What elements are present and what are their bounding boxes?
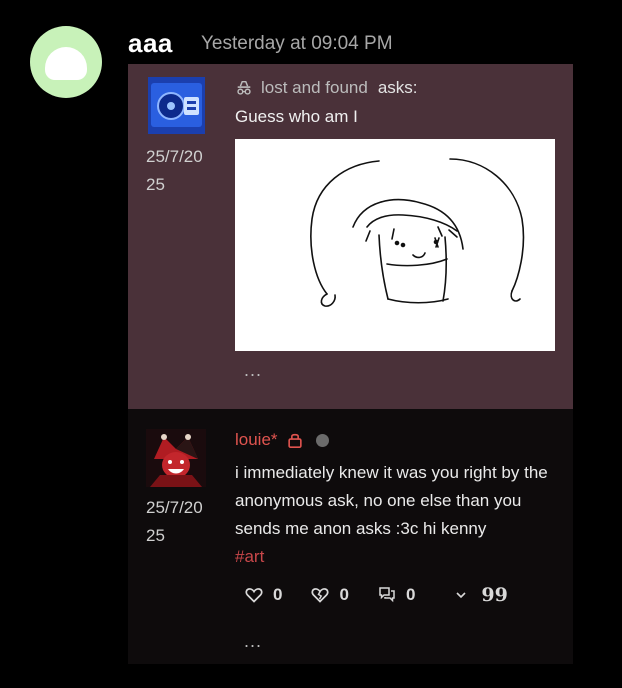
drawing-image[interactable] [235, 139, 555, 351]
author-avatar[interactable] [30, 26, 102, 98]
reply-body: i immediately knew it was you right by t… [235, 463, 548, 538]
reply-date: 25/7/20 25 [146, 498, 203, 545]
tag-link[interactable]: #art [235, 547, 264, 567]
asker-avatar[interactable] [148, 77, 205, 134]
comment-button[interactable]: 0 [377, 585, 415, 605]
replier-avatar[interactable] [146, 429, 206, 487]
jester-avatar-image [146, 429, 206, 487]
sketch-face [310, 158, 525, 307]
comment-icon [379, 587, 395, 603]
quote-icon[interactable]: 99 [481, 584, 507, 606]
status-dot [315, 433, 329, 447]
minidisc-image [148, 77, 205, 134]
replier-name[interactable]: louie* [235, 430, 278, 450]
heartbreak-count: 0 [339, 585, 349, 604]
like-count: 0 [273, 585, 283, 604]
more-options-button[interactable] [453, 587, 469, 603]
incognito-icon [237, 80, 251, 95]
chevron-down-icon [456, 592, 466, 599]
heart-icon [245, 588, 263, 603]
heartbreak-button[interactable]: 0 [310, 585, 349, 605]
avatar-shape [45, 47, 87, 80]
ask-card: 25/7/20 25 lost and found asks: Guess wh… [128, 64, 573, 409]
action-bar: 0 0 0 99 [244, 584, 508, 606]
lock-icon [287, 433, 302, 449]
ask-more-button[interactable]: ... [244, 360, 262, 381]
author-name[interactable]: aaa [128, 28, 173, 59]
broken-heart-icon [311, 588, 330, 603]
ask-date: 25/7/20 25 [146, 147, 203, 194]
like-button[interactable]: 0 [244, 585, 282, 605]
ask-question: Guess who am I [235, 107, 358, 126]
post-timestamp: Yesterday at 09:04 PM [201, 33, 393, 54]
asker-row: lost and found asks: [235, 78, 418, 98]
reply-card: 25/7/20 25 louie* i immediately knew it … [128, 409, 573, 664]
comment-count: 0 [405, 585, 416, 604]
asker-name[interactable]: lost and found [261, 78, 368, 98]
reply-user-row: louie* [235, 430, 329, 450]
asks-label: asks: [377, 78, 418, 97]
reply-more-button[interactable]: ... [244, 631, 262, 652]
